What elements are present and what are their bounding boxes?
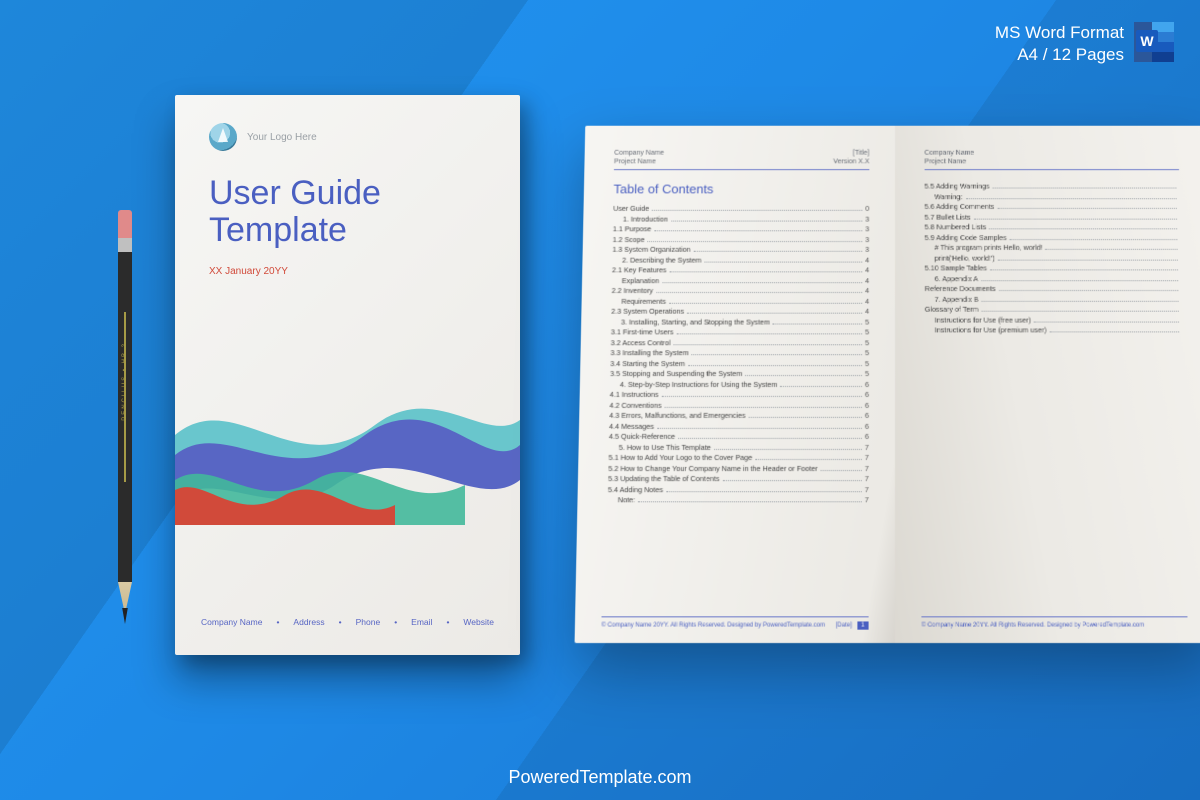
toc-entry: 5.4 Adding Notes7 — [608, 485, 869, 494]
ms-word-icon: W — [1134, 22, 1174, 62]
cover-footer-item: Phone — [356, 617, 381, 627]
toc-entry: 6. Appendix A — [925, 274, 1181, 283]
toc-entry: 5.2 How to Change Your Company Name in t… — [608, 463, 869, 472]
cover-title: User Guide Template — [209, 175, 490, 250]
hdr-company: Company Name — [614, 150, 664, 157]
toc-entry: 1.3 System Organization3 — [612, 245, 869, 254]
toc-page-right: Company Name Project Name 5.5 Adding War… — [895, 126, 1200, 643]
toc-entry: 4.5 Quick-Reference6 — [609, 432, 869, 441]
toc-entry: 4.3 Errors, Malfunctions, and Emergencie… — [609, 411, 869, 420]
cover-footer-item: Address — [293, 617, 324, 627]
toc-entry: 5.5 Adding Warnings — [924, 182, 1179, 191]
pencil-graphic: PENCILUS • HB 2 — [118, 210, 132, 630]
toc-entry: 3.5 Stopping and Suspending the System5 — [610, 369, 869, 378]
toc-entry: Instructions for Use (free user) — [925, 315, 1182, 324]
toc-entry: 5.3 Updating the Table of Contents7 — [608, 474, 869, 483]
hdr-project: Project Name — [924, 159, 966, 166]
toc-entry: 5.7 Bullet Lists — [925, 212, 1180, 221]
toc-entry: 3. Installing, Starting, and Stopping th… — [611, 317, 869, 326]
hdr-version: Version X.X — [833, 159, 869, 166]
toc-entry: 1. Introduction3 — [613, 214, 869, 223]
footer-date: [Date] — [836, 622, 852, 628]
toc-entry: 3.2 Access Control5 — [611, 338, 869, 347]
hdr-company: Company Name — [924, 150, 974, 157]
toc-entry: 4.2 Conventions6 — [609, 400, 869, 409]
page-number: 1 — [857, 621, 869, 629]
toc-entry: 4.4 Messages6 — [609, 421, 869, 430]
toc-entry: 3.3 Installing the System5 — [610, 348, 869, 357]
hdr-project: Project Name — [614, 159, 656, 166]
cover-booklet: Your Logo Here User Guide Template XX Ja… — [175, 95, 520, 655]
logo-placeholder-text: Your Logo Here — [247, 132, 317, 143]
toc-entry: print('Hello, world!') — [925, 253, 1181, 262]
toc-entry: 5.9 Adding Code Samples — [925, 233, 1181, 242]
wave-graphic — [175, 365, 520, 525]
toc-heading: Table of Contents — [613, 182, 869, 197]
toc-entry: 4.1 Instructions6 — [610, 390, 869, 399]
toc-entry: 2.2 Inventory4 — [612, 286, 870, 295]
cover-footer-item: Website — [463, 617, 494, 627]
toc-entry: 7. Appendix B — [925, 294, 1182, 303]
toc-entry: 2.3 System Operations4 — [611, 307, 869, 316]
footer-copyright: © Company Name 20YY. All Rights Reserved… — [921, 622, 1144, 628]
toc-entry: Reference Documents — [925, 284, 1182, 293]
toc-entry: Explanation4 — [612, 276, 869, 285]
toc-entry: 3.1 First-time Users5 — [611, 327, 869, 336]
toc-entry: # This program prints Hello, world! — [925, 243, 1181, 252]
cover-footer-item: Company Name — [201, 617, 262, 627]
cover-date: XX January 20YY — [209, 266, 490, 277]
toc-entry: Glossary of Term — [925, 305, 1182, 314]
open-book: Company Name [Title] Project Name Versio… — [575, 126, 1200, 643]
format-badge: MS Word Format A4 / 12 Pages W — [995, 22, 1174, 66]
page-footer-left: © Company Name 20YY. All Rights Reserved… — [601, 616, 868, 628]
toc-entry: 5.6 Adding Comments — [925, 202, 1180, 211]
toc-entry: 1.1 Purpose3 — [613, 224, 870, 233]
toc-entry: 2.1 Key Features4 — [612, 266, 869, 275]
toc-entry: 5.10 Sample Tables — [925, 264, 1181, 273]
format-line1: MS Word Format — [995, 22, 1124, 44]
pencil-label: PENCILUS • HB 2 — [122, 342, 128, 421]
toc-entry: 2. Describing the System4 — [612, 255, 869, 264]
cover-footer-links: Company Name•Address•Phone•Email•Website — [175, 617, 520, 627]
toc-entry: Warning: — [925, 192, 1180, 201]
toc-entry: Note:7 — [608, 495, 869, 504]
toc-entry: 5. How to Use This Template7 — [609, 442, 869, 451]
cover-footer-item: Email — [411, 617, 432, 627]
hdr-title: [Title] — [853, 150, 870, 157]
format-line2: A4 / 12 Pages — [995, 44, 1124, 66]
toc-entry: 1.2 Scope3 — [613, 235, 870, 244]
toc-entry: User Guide0 — [613, 204, 869, 213]
toc-entry: 5.1 How to Add Your Logo to the Cover Pa… — [608, 453, 868, 462]
toc-entry: Instructions for Use (premium user) — [925, 325, 1182, 334]
toc-page-left: Company Name [Title] Project Name Versio… — [575, 126, 895, 643]
brand-watermark: PoweredTemplate.com — [0, 767, 1200, 788]
toc-entry: 4. Step-by-Step Instructions for Using t… — [610, 380, 869, 389]
company-logo-icon — [209, 123, 237, 151]
toc-entry: Requirements4 — [611, 296, 869, 305]
page-footer-right: © Company Name 20YY. All Rights Reserved… — [921, 616, 1187, 628]
toc-entry: 5.8 Numbered Lists — [925, 223, 1181, 232]
footer-copyright: © Company Name 20YY. All Rights Reserved… — [601, 622, 825, 628]
toc-entry: 3.4 Starting the System5 — [610, 359, 869, 368]
